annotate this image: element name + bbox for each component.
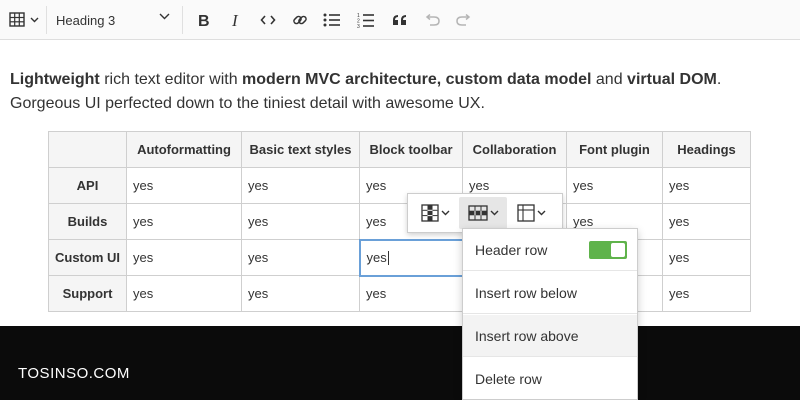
intro-bold-text: modern MVC architecture, custom data mod… [242, 71, 592, 88]
feature-table: Autoformatting Basic text styles Block t… [48, 131, 751, 312]
table-cell[interactable]: yes [662, 239, 751, 276]
table-row: API yes yes yes yes yes yes [48, 167, 751, 204]
table-header-cell[interactable]: Font plugin [566, 131, 663, 168]
table-header-cell[interactable]: Basic text styles [241, 131, 360, 168]
link-icon [293, 15, 307, 25]
intro-line-1: Lightweight rich text editor with modern… [10, 68, 790, 92]
toolbar-separator [46, 6, 47, 34]
switch-knob [611, 243, 625, 257]
italic-icon: I [231, 12, 239, 28]
intro-bold-text: virtual DOM [627, 71, 717, 88]
table-header-cell[interactable]: Block toolbar [359, 131, 463, 168]
chevron-down-icon [441, 210, 449, 216]
code-button[interactable] [254, 0, 282, 40]
editor-toolbar: Heading 3 B I 123 [0, 0, 800, 40]
table-row: Custom UI yes yes yes yes yes yes [48, 238, 751, 277]
bold-icon: B [198, 13, 210, 28]
table-cell[interactable]: yes [359, 275, 463, 312]
intro-paragraph: Lightweight rich text editor with modern… [10, 68, 790, 116]
bold-button[interactable]: B [190, 0, 218, 40]
numbered-list-icon: 123 [357, 13, 374, 28]
header-row-toggle-item[interactable]: Header row [463, 229, 637, 271]
footer-band: TOSINSO.COM [0, 326, 800, 400]
row-options-dropdown: Header row Insert row below Insert row a… [462, 228, 638, 400]
blockquote-button[interactable] [386, 0, 414, 40]
row-header-cell[interactable]: Support [48, 275, 127, 312]
text-caret [387, 251, 389, 266]
link-button[interactable] [286, 0, 314, 40]
table-cell[interactable]: yes [241, 275, 360, 312]
intro-text: . [716, 71, 722, 88]
row-header-cell[interactable]: Custom UI [48, 239, 127, 276]
table-row-button[interactable] [459, 197, 507, 229]
table-cell[interactable]: yes [241, 239, 360, 276]
heading-dropdown[interactable]: Heading 3 [48, 4, 180, 36]
insert-table-button[interactable] [4, 0, 44, 40]
table-header-row: Autoformatting Basic text styles Block t… [48, 131, 751, 168]
table-header-cell[interactable] [48, 131, 127, 168]
table-column-button[interactable] [411, 197, 459, 229]
insert-row-above-item[interactable]: Insert row above [463, 315, 637, 357]
table-cell[interactable]: yes [126, 167, 242, 204]
table-cell[interactable]: yes [566, 167, 663, 204]
chevron-down-icon [490, 210, 498, 216]
table-row-icon [467, 205, 488, 221]
table-cell[interactable]: yes [126, 275, 242, 312]
intro-line-2: Gorgeous UI perfected down to the tinies… [10, 95, 485, 112]
table-context-toolbar [407, 193, 563, 233]
row-header-cell[interactable]: API [48, 167, 127, 204]
table-cell[interactable]: yes [662, 167, 751, 204]
table-cell[interactable]: yes [126, 239, 242, 276]
header-row-label: Header row [475, 241, 548, 258]
table-cell[interactable]: yes [662, 203, 751, 240]
table-row: Builds yes yes yes yes yes yes [48, 203, 751, 240]
bulleted-list-button[interactable] [318, 0, 346, 40]
insert-row-below-item[interactable]: Insert row below [463, 272, 637, 314]
merge-cells-button[interactable] [507, 197, 555, 229]
chevron-down-icon [537, 210, 545, 216]
row-header-cell[interactable]: Builds [48, 203, 127, 240]
table-header-cell[interactable]: Headings [662, 131, 751, 168]
bulleted-list-icon [323, 13, 340, 27]
intro-bold-text: Lightweight [10, 71, 100, 88]
toolbar-separator [182, 6, 183, 34]
intro-text: rich text editor with [99, 71, 243, 88]
table-column-icon [420, 204, 439, 222]
selected-cell-text: yes [366, 249, 387, 265]
selected-table-cell[interactable]: yes [358, 238, 464, 277]
watermark-text: TOSINSO.COM [18, 365, 130, 382]
header-row-switch[interactable] [589, 241, 627, 259]
table-header-cell[interactable]: Autoformatting [126, 131, 242, 168]
svg-text:B: B [198, 13, 210, 28]
table-icon [9, 12, 25, 27]
table-merge-icon [516, 204, 535, 222]
chevron-down-icon [30, 17, 39, 23]
table-row: Support yes yes yes yes yes yes [48, 275, 751, 312]
quote-icon [393, 15, 406, 25]
table-cell[interactable]: yes [662, 275, 751, 312]
code-icon [260, 15, 276, 25]
heading-dropdown-value: Heading 3 [56, 12, 116, 28]
redo-icon [456, 14, 471, 26]
delete-row-item[interactable]: Delete row [463, 358, 637, 400]
numbered-list-button[interactable]: 123 [352, 0, 380, 40]
undo-icon [425, 14, 440, 26]
italic-button[interactable]: I [222, 0, 250, 40]
table-cell[interactable]: yes [241, 203, 360, 240]
table-cell[interactable]: yes [126, 203, 242, 240]
table-cell[interactable]: yes [241, 167, 360, 204]
table-header-cell[interactable]: Collaboration [462, 131, 567, 168]
intro-text: and [591, 71, 628, 88]
svg-text:I: I [231, 12, 239, 28]
redo-button[interactable] [450, 0, 478, 40]
chevron-down-icon [159, 13, 170, 20]
undo-button[interactable] [418, 0, 446, 40]
svg-text:3: 3 [357, 24, 360, 28]
